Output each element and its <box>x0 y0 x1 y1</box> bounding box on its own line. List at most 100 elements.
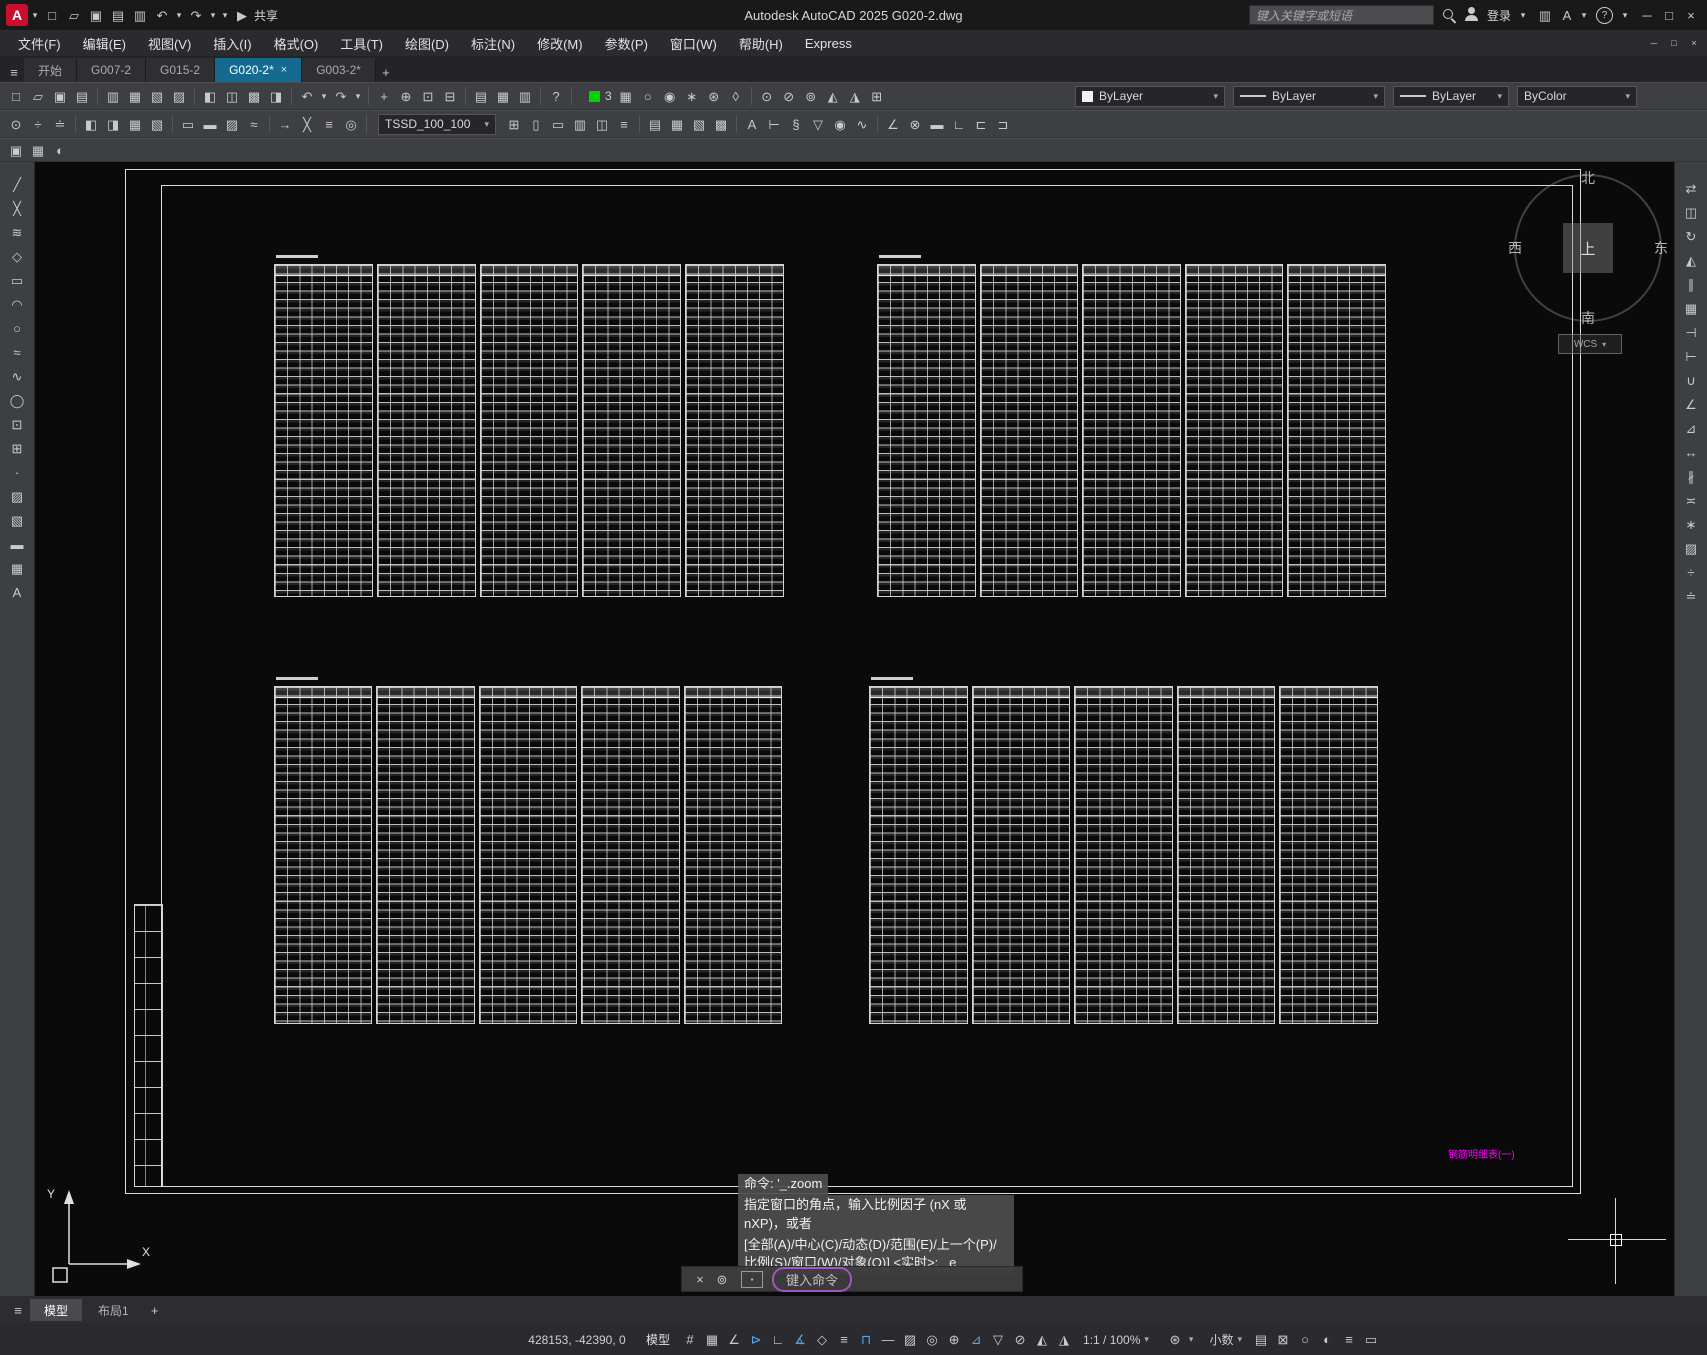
match-properties[interactable]: ◨ <box>266 86 286 106</box>
gizmo[interactable]: ⊘ <box>1010 1330 1030 1350</box>
grid-display[interactable]: # <box>680 1330 700 1350</box>
layer-unisolate[interactable]: ◮ <box>845 86 865 106</box>
menu-parametric[interactable]: 参数(P) <box>595 34 658 53</box>
donut[interactable]: ◎ <box>341 114 361 134</box>
tssd-detail-index[interactable]: ◉ <box>830 114 850 134</box>
menu-file[interactable]: 文件(F) <box>8 34 71 53</box>
drawing-canvas[interactable]: 上 北 南 西 东 WCS ▾ 钢筋明细表(一) 命令: '_.zoom 指定窗… <box>35 162 1674 1296</box>
signin-dropdown[interactable]: ▾ <box>1518 5 1528 25</box>
hardware-acceleration[interactable]: ◐ <box>1317 1330 1337 1350</box>
transparency-display[interactable]: ▨ <box>900 1330 920 1350</box>
layer-off[interactable]: ○ <box>638 86 658 106</box>
fillet-tool[interactable]: ∪ <box>1681 370 1701 390</box>
redo[interactable]: ↷ <box>331 86 351 106</box>
customize-command-icon[interactable]: ⊚ <box>712 1269 732 1289</box>
viewcube-north-label[interactable]: 北 <box>1581 168 1595 188</box>
close-tab-icon[interactable]: × <box>281 64 287 76</box>
chamfer-tool[interactable]: ∠ <box>1681 394 1701 414</box>
command-prompt-icon[interactable]: ▪ <box>741 1270 763 1288</box>
layer-thaw[interactable]: ⊛ <box>704 86 724 106</box>
maximize-button[interactable]: □ <box>1659 5 1679 25</box>
tssd-break-line[interactable]: ∿ <box>852 114 872 134</box>
group[interactable]: ▦ <box>125 114 145 134</box>
move-tool[interactable]: ⇄ <box>1681 178 1701 198</box>
close-button[interactable]: × <box>1681 5 1701 25</box>
dynamic-ucs[interactable]: ⊿ <box>966 1330 986 1350</box>
file-tab-G015-2[interactable]: G015-2 <box>146 58 216 82</box>
share-label[interactable]: 共享 <box>254 7 278 24</box>
redo-list-dropdown[interactable]: ▾ <box>353 86 363 106</box>
menu-insert[interactable]: 插入(I) <box>203 34 261 53</box>
lineweight-control-dropdown[interactable]: ByLayer ▾ <box>1393 85 1509 107</box>
help-dropdown[interactable]: ▾ <box>1620 5 1630 25</box>
layer-indicator[interactable]: 3 <box>585 86 616 107</box>
file-tabs-menu-icon[interactable]: ≡ <box>4 62 24 82</box>
viewcube-top-face[interactable]: 上 <box>1563 223 1613 273</box>
tssd-column[interactable]: ▯ <box>526 114 546 134</box>
plot[interactable]: ▥ <box>103 86 123 106</box>
scale-tool[interactable]: ⊿ <box>1681 418 1701 438</box>
tssd-wall[interactable]: ▥ <box>570 114 590 134</box>
viewcube-east-label[interactable]: 东 <box>1654 238 1668 258</box>
measure[interactable]: ≐ <box>50 114 70 134</box>
stretch-tool[interactable]: ↔ <box>1681 442 1701 462</box>
viewcube-west-label[interactable]: 西 <box>1508 238 1522 258</box>
units-dropdown[interactable]: 小数 ▾ <box>1202 1331 1249 1348</box>
copy-tool[interactable]: ◫ <box>1681 202 1701 222</box>
make-object-layer-current[interactable]: ⊙ <box>757 86 777 106</box>
construction-line[interactable]: ╳ <box>297 114 317 134</box>
layer-properties-manager[interactable]: ▦ <box>616 86 636 106</box>
search-icon[interactable] <box>1441 7 1457 23</box>
autoscale[interactable]: ◮ <box>1054 1330 1074 1350</box>
model-space-toggle[interactable]: 模型 <box>638 1331 678 1348</box>
customization-menu[interactable]: ≡ <box>1339 1330 1359 1350</box>
command-line-bar[interactable]: × ⊚ ▪ 键入命令 <box>681 1266 1023 1292</box>
tssd-continuous-dim[interactable]: ⊢ <box>764 114 784 134</box>
materials-browser[interactable]: ▦ <box>28 140 48 160</box>
save[interactable]: ▣ <box>50 86 70 106</box>
plot-preview[interactable]: ▦ <box>125 86 145 106</box>
create-block-tool[interactable]: ⊞ <box>7 438 27 458</box>
app-store-icon[interactable]: ▥ <box>1535 5 1555 25</box>
object-snap-tracking[interactable]: ≡ <box>834 1330 854 1350</box>
wipeout[interactable]: ▨ <box>222 114 242 134</box>
isolate-objects[interactable]: ○ <box>1295 1330 1315 1350</box>
layer-previous[interactable]: ⊘ <box>779 86 799 106</box>
window-restore-button[interactable]: □ <box>1669 33 1679 53</box>
copy-clip[interactable]: ◫ <box>222 86 242 106</box>
new-layout-button[interactable]: + <box>145 1300 165 1320</box>
menu-edit[interactable]: 编辑(E) <box>73 34 136 53</box>
point-tool[interactable]: · <box>7 462 27 482</box>
design-center[interactable]: ▦ <box>493 86 513 106</box>
multiline-text-tool[interactable]: A <box>7 582 27 602</box>
insert-block-tool[interactable]: ⊡ <box>7 414 27 434</box>
tssd-section-view[interactable]: ⊐ <box>993 114 1013 134</box>
redo-button[interactable]: ↷ <box>186 5 206 25</box>
tssd-rebar-table[interactable]: ▩ <box>711 114 731 134</box>
ucs-dropdown[interactable]: WCS ▾ <box>1558 334 1622 354</box>
undo-button[interactable]: ↶ <box>152 5 172 25</box>
open-file-button[interactable]: ▱ <box>64 5 84 25</box>
workspace-switching-dropdown[interactable]: ⊛ ▾ <box>1158 1330 1201 1350</box>
tssd-column-rebar[interactable]: ▧ <box>689 114 709 134</box>
revision-cloud-tool[interactable]: ≈ <box>7 342 27 362</box>
close-command-icon[interactable]: × <box>690 1269 710 1289</box>
lock-ui[interactable]: ⊠ <box>1273 1330 1293 1350</box>
tssd-beam-rebar[interactable]: ▦ <box>667 114 687 134</box>
undo-list-dropdown[interactable]: ▾ <box>319 86 329 106</box>
tssd-style-dropdown[interactable]: TSSD_100_100 ▾ <box>378 113 496 135</box>
zoom-previous[interactable]: ⊟ <box>440 86 460 106</box>
annotation-scale-dropdown[interactable]: 1:1 / 100% ▾ <box>1076 1333 1156 1347</box>
construction-line-tool[interactable]: ╳ <box>7 198 27 218</box>
window-close-button[interactable]: × <box>1689 33 1699 53</box>
polygon-tool[interactable]: ◇ <box>7 246 27 266</box>
render-gallery[interactable]: ▣ <box>6 140 26 160</box>
tssd-axis-grid[interactable]: ⊞ <box>504 114 524 134</box>
tssd-stair[interactable]: ≡ <box>614 114 634 134</box>
revision-cloud[interactable]: ≈ <box>244 114 264 134</box>
tab-model[interactable]: 模型 <box>30 1299 83 1321</box>
layer-match[interactable]: ⊚ <box>801 86 821 106</box>
window-minimize-button[interactable]: ─ <box>1649 33 1659 53</box>
save-button[interactable]: ▣ <box>86 5 106 25</box>
annotation-visibility[interactable]: ◭ <box>1032 1330 1052 1350</box>
